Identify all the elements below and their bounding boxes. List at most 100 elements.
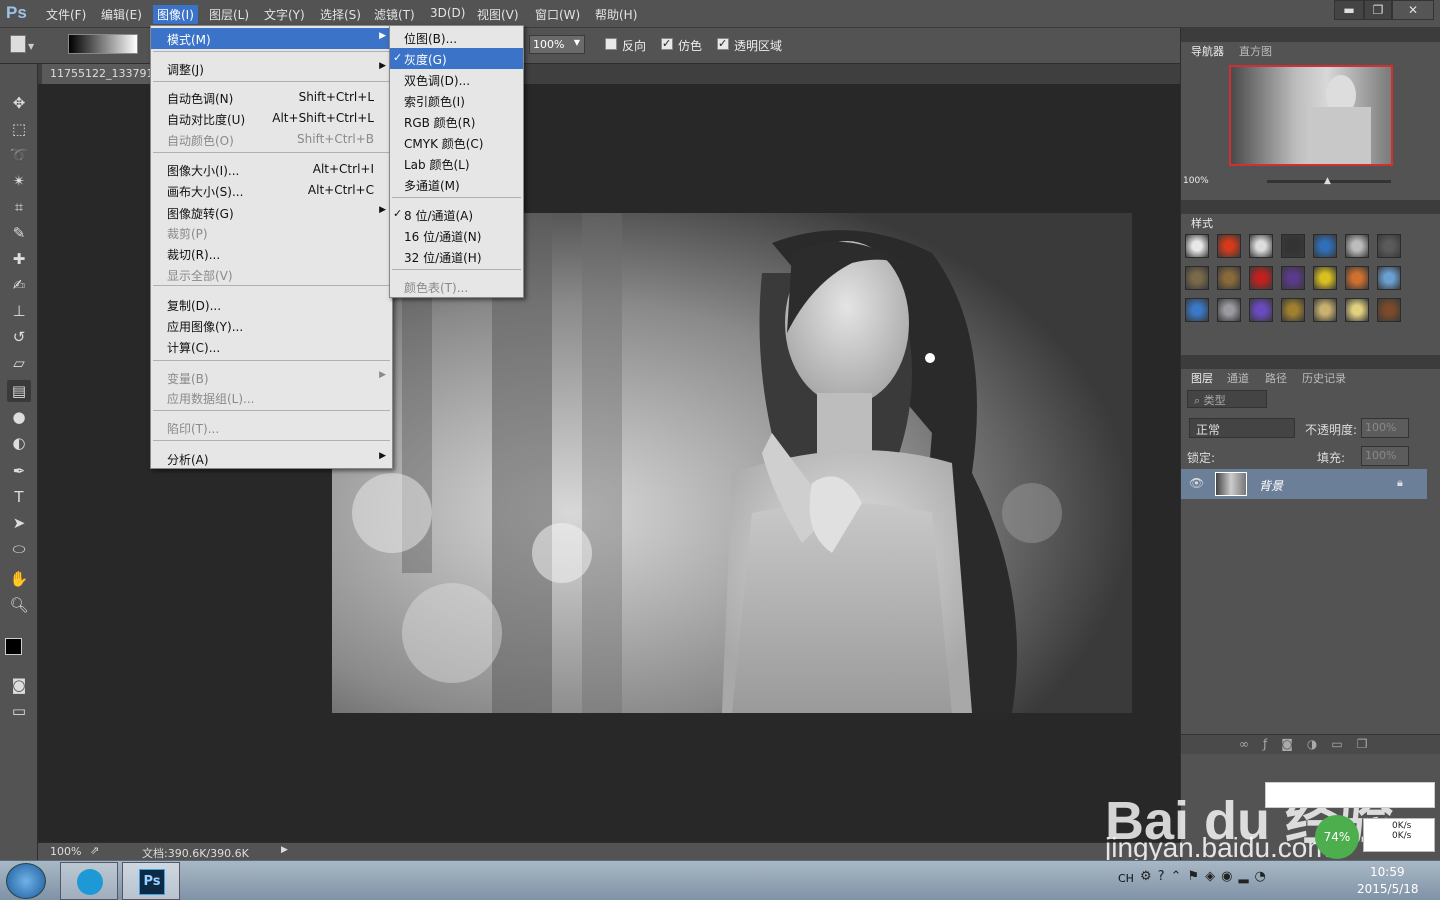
lasso-tool-icon[interactable]: ➰ bbox=[7, 144, 31, 166]
tab-styles[interactable]: 样式 bbox=[1185, 214, 1219, 230]
taskbar-app-browser[interactable] bbox=[60, 862, 118, 900]
gradient-tool-icon[interactable]: ▤ bbox=[7, 380, 31, 402]
style-swatch[interactable] bbox=[1185, 266, 1209, 290]
tab-channels[interactable]: 通道 bbox=[1221, 369, 1255, 385]
history-brush-icon[interactable]: ↺ bbox=[7, 326, 31, 348]
restore-button[interactable]: ❐ bbox=[1364, 0, 1392, 20]
layer-name[interactable]: 背景 bbox=[1259, 477, 1283, 494]
layer-row[interactable]: 👁︎ 背景 🔒︎ bbox=[1181, 469, 1427, 499]
image-menu-item[interactable]: 模式(M) ▶ bbox=[151, 28, 392, 49]
share-icon[interactable]: ⇗ bbox=[90, 844, 99, 857]
menu-item-1[interactable]: 编辑(E) bbox=[97, 5, 146, 24]
foreground-color[interactable] bbox=[5, 638, 22, 655]
mode-menu-item[interactable]: ✓ 灰度(G) bbox=[390, 48, 523, 69]
style-swatch[interactable] bbox=[1345, 298, 1369, 322]
mode-menu-item[interactable]: 颜色表(T)... bbox=[390, 276, 523, 297]
mode-menu-item[interactable]: 索引颜色(I) bbox=[390, 90, 523, 111]
menu-item-2[interactable]: 图像(I) bbox=[153, 5, 198, 24]
path-select-icon[interactable]: ➤ bbox=[7, 512, 31, 534]
opacity-field[interactable]: 100% ▼ bbox=[529, 35, 585, 54]
image-menu-item[interactable]: 复制(D)... bbox=[151, 294, 392, 315]
image-menu-item[interactable]: 画布大小(S)... Alt+Ctrl+C bbox=[151, 180, 392, 201]
image-menu-item[interactable]: 分析(A) ▶ bbox=[151, 448, 392, 469]
style-swatch[interactable] bbox=[1313, 234, 1337, 258]
eye-icon[interactable]: 👁︎ bbox=[1189, 476, 1204, 490]
mode-menu-item[interactable]: 32 位/通道(H) bbox=[390, 246, 523, 267]
image-menu-item[interactable]: 自动对比度(U) Alt+Shift+Ctrl+L bbox=[151, 108, 392, 129]
zoom-level[interactable]: 100% bbox=[50, 845, 81, 858]
marquee-tool-icon[interactable]: ⬚ bbox=[7, 118, 31, 140]
pen-tool-icon[interactable]: ✒ bbox=[7, 460, 31, 482]
style-swatch[interactable] bbox=[1377, 266, 1401, 290]
new-layer-icon[interactable]: ❐ bbox=[1357, 737, 1382, 751]
style-swatch[interactable] bbox=[1217, 234, 1241, 258]
gradient-picker[interactable] bbox=[68, 34, 138, 54]
image-menu-item[interactable]: 变量(B) ▶ bbox=[151, 367, 392, 388]
menu-item-5[interactable]: 选择(S) bbox=[316, 5, 365, 24]
taskbar-app-photoshop[interactable]: Ps bbox=[122, 862, 180, 900]
mode-menu-item[interactable]: 16 位/通道(N) bbox=[390, 225, 523, 246]
mode-menu-item[interactable]: 双色调(D)... bbox=[390, 69, 523, 90]
mode-menu-item[interactable]: CMYK 颜色(C) bbox=[390, 132, 523, 153]
image-menu-item[interactable]: 应用数据组(L)... bbox=[151, 387, 392, 408]
healing-brush-icon[interactable]: ✚ bbox=[7, 248, 31, 270]
style-swatch[interactable] bbox=[1249, 234, 1273, 258]
layer-filter-select[interactable]: ⌕ 类型 bbox=[1187, 390, 1267, 408]
close-button[interactable]: ✕ bbox=[1392, 0, 1434, 20]
layer-fill-field[interactable]: 100% bbox=[1361, 446, 1409, 466]
navigator-preview[interactable] bbox=[1229, 65, 1393, 166]
reverse-checkbox[interactable] bbox=[605, 38, 617, 50]
document-tab[interactable]: 11755122_133791 bbox=[42, 64, 152, 84]
style-swatch[interactable] bbox=[1217, 266, 1241, 290]
transparency-checkbox[interactable]: ✓ bbox=[717, 38, 729, 50]
image-menu-item[interactable]: 自动色调(N) Shift+Ctrl+L bbox=[151, 87, 392, 108]
style-swatch[interactable] bbox=[1345, 266, 1369, 290]
type-tool-icon[interactable]: T bbox=[7, 486, 31, 508]
menu-item-3[interactable]: 图层(L) bbox=[205, 5, 253, 24]
start-button[interactable] bbox=[6, 863, 46, 899]
image-menu-item[interactable]: 显示全部(V) bbox=[151, 264, 392, 285]
language-indicator[interactable]: CH bbox=[1118, 872, 1134, 885]
tool-preset-icon[interactable] bbox=[10, 35, 26, 53]
zoom-tool-icon[interactable]: 🔍︎ bbox=[7, 594, 31, 616]
mode-menu-item[interactable]: ✓ 8 位/通道(A) bbox=[390, 204, 523, 225]
mode-menu-item[interactable]: Lab 颜色(L) bbox=[390, 153, 523, 174]
ime-toolbar[interactable] bbox=[1265, 782, 1435, 808]
style-swatch[interactable] bbox=[1185, 298, 1209, 322]
eraser-tool-icon[interactable]: ▱ bbox=[7, 352, 31, 374]
ellipse-tool-icon[interactable]: ⬭ bbox=[7, 538, 31, 560]
menu-item-7[interactable]: 3D(D) bbox=[426, 5, 469, 21]
image-menu-item[interactable]: 自动颜色(O) Shift+Ctrl+B bbox=[151, 129, 392, 150]
network-gauge[interactable]: 74% bbox=[1315, 815, 1359, 859]
style-swatch[interactable] bbox=[1377, 298, 1401, 322]
tab-histogram[interactable]: 直方图 bbox=[1233, 42, 1278, 58]
menu-item-10[interactable]: 帮助(H) bbox=[591, 5, 641, 24]
style-swatch[interactable] bbox=[1281, 234, 1305, 258]
tab-layers[interactable]: 图层 bbox=[1185, 369, 1219, 385]
quick-mask-icon[interactable]: ◙ bbox=[7, 674, 31, 696]
mode-menu-item[interactable]: 位图(B)... bbox=[390, 27, 523, 48]
menu-item-9[interactable]: 窗口(W) bbox=[531, 5, 584, 24]
clock-date[interactable]: 2015/5/18 bbox=[1357, 882, 1419, 896]
chevron-down-icon[interactable]: ▼ bbox=[28, 42, 34, 51]
hand-tool-icon[interactable]: ✋ bbox=[7, 568, 31, 590]
navigator-zoom[interactable]: 100% bbox=[1183, 176, 1209, 186]
blend-mode-select[interactable]: 正常 bbox=[1189, 418, 1295, 438]
style-swatch[interactable] bbox=[1313, 266, 1337, 290]
tray-icons[interactable]: ⚙?⌃⚑◈◉▂◔ bbox=[1140, 869, 1272, 884]
tab-paths[interactable]: 路径 bbox=[1259, 369, 1293, 385]
image-menu-item[interactable]: 调整(J) ▶ bbox=[151, 58, 392, 79]
folder-icon[interactable]: ▭ bbox=[1331, 737, 1356, 751]
style-swatch[interactable] bbox=[1249, 298, 1273, 322]
layer-opacity-field[interactable]: 100% bbox=[1361, 418, 1409, 438]
dodge-tool-icon[interactable]: ◐ bbox=[7, 432, 31, 454]
crop-tool-icon[interactable]: ⌗ bbox=[7, 196, 31, 218]
style-swatch[interactable] bbox=[1217, 298, 1241, 322]
style-swatch[interactable] bbox=[1281, 266, 1305, 290]
style-swatch[interactable] bbox=[1281, 298, 1305, 322]
stamp-tool-icon[interactable]: ⊥ bbox=[7, 300, 31, 322]
move-tool-icon[interactable]: ✥ bbox=[7, 92, 31, 114]
mode-menu-item[interactable]: RGB 颜色(R) bbox=[390, 111, 523, 132]
style-swatch[interactable] bbox=[1185, 234, 1209, 258]
clock-time[interactable]: 10:59 bbox=[1370, 865, 1405, 879]
